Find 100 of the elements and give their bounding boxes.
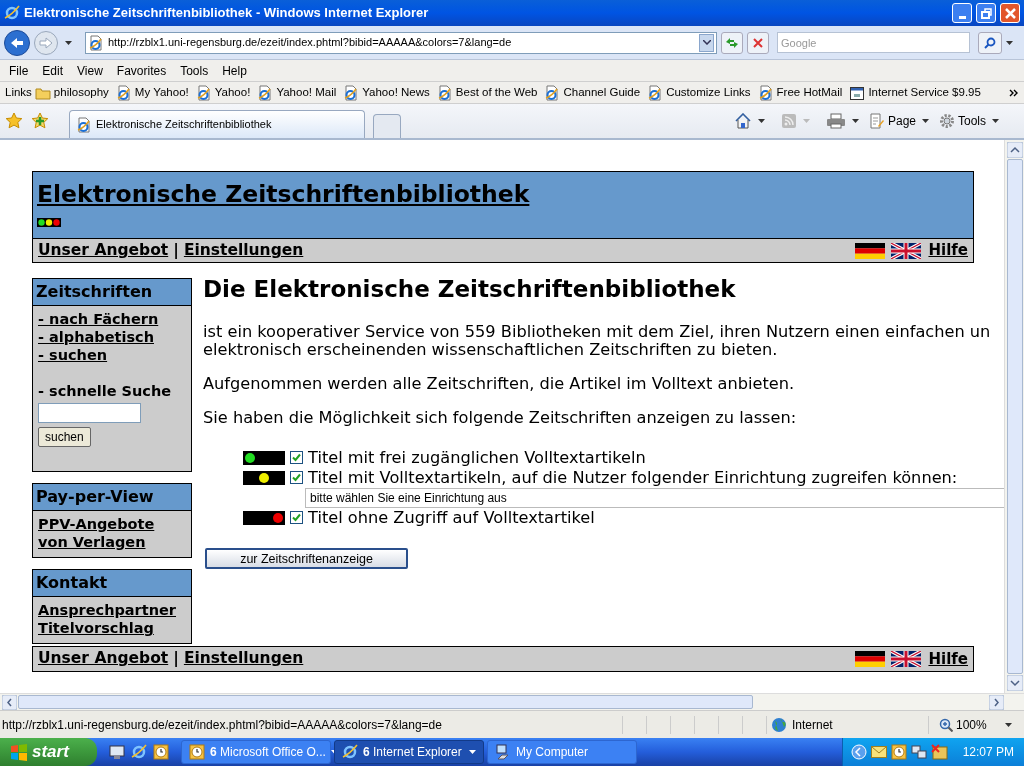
page-icon[interactable] bbox=[115, 84, 132, 101]
back-button[interactable] bbox=[4, 29, 30, 56]
browser-icon[interactable] bbox=[131, 744, 147, 760]
page-icon[interactable] bbox=[88, 34, 104, 51]
link-item[interactable]: Yahoo! bbox=[214, 83, 251, 102]
caret-icon[interactable] bbox=[922, 119, 929, 123]
link-item[interactable]: Best of the Web bbox=[455, 83, 538, 102]
nav-link[interactable]: Unser Angebot bbox=[38, 239, 169, 263]
checkbox[interactable] bbox=[290, 471, 303, 485]
caret-icon[interactable] bbox=[851, 119, 859, 123]
menu-item[interactable]: File bbox=[9, 61, 29, 80]
page-icon[interactable] bbox=[76, 116, 92, 133]
caret-icon[interactable] bbox=[65, 40, 72, 45]
vertical-scrollbar[interactable] bbox=[1004, 140, 1024, 693]
printer-icon[interactable] bbox=[825, 113, 846, 129]
scroll-right-icon[interactable] bbox=[989, 694, 1004, 710]
page-icon[interactable] bbox=[195, 84, 212, 101]
help-link[interactable]: Hilfe bbox=[928, 239, 968, 262]
command-button[interactable]: Page bbox=[868, 112, 929, 130]
pencil-error-icon[interactable] bbox=[930, 744, 949, 760]
sidebar-link[interactable]: Titelvorschlag bbox=[38, 619, 186, 638]
minimize-button[interactable] bbox=[952, 3, 972, 23]
link-item[interactable]: philosophy bbox=[53, 83, 109, 102]
nav-link[interactable]: Unser Angebot bbox=[38, 647, 169, 671]
caret-icon[interactable] bbox=[1006, 40, 1013, 45]
panel-title: Kontakt bbox=[33, 570, 191, 598]
link-item[interactable]: Yahoo! Mail bbox=[276, 83, 337, 102]
caret-icon[interactable] bbox=[992, 119, 999, 123]
browser-tab[interactable]: Elektronische Zeitschriftenbibliothek bbox=[69, 110, 365, 138]
close-button[interactable] bbox=[1000, 3, 1020, 23]
menu-item[interactable]: View bbox=[77, 61, 103, 80]
scroll-down-icon[interactable] bbox=[1006, 675, 1023, 691]
address-field[interactable]: http://rzblx1.uni-regensburg.de/ezeit/index.phtml?bibid=AAAAA&colors=7&lang=de bbox=[85, 31, 717, 54]
close-icon bbox=[1004, 7, 1016, 19]
caret-icon[interactable] bbox=[1004, 722, 1012, 727]
refresh-button[interactable] bbox=[721, 31, 743, 54]
institution-select[interactable]: bitte wählen Sie eine Einrichtung aus bbox=[305, 487, 1004, 508]
link-item[interactable]: Channel Guide bbox=[563, 83, 641, 102]
page-icon[interactable] bbox=[647, 84, 664, 101]
taskbar-button[interactable]: 6 Microsoft Office O... bbox=[181, 740, 331, 764]
command-button[interactable]: Tools bbox=[939, 112, 999, 130]
scroll-up-icon[interactable] bbox=[1006, 142, 1023, 158]
submit-button[interactable]: zur Zeitschriftenanzeige bbox=[205, 547, 408, 569]
sidebar-link[interactable]: PPV-Angebote von Verlagen bbox=[38, 515, 186, 552]
menu-item[interactable]: Help bbox=[222, 61, 247, 80]
search-button[interactable]: suchen bbox=[38, 427, 91, 448]
checkbox[interactable] bbox=[290, 451, 303, 465]
nav-link[interactable]: Einstellungen bbox=[183, 647, 304, 671]
link-item[interactable]: My Yahoo! bbox=[134, 83, 189, 102]
link-item[interactable]: Free HotMail bbox=[776, 83, 843, 102]
taskbar-button[interactable]: My Computer bbox=[487, 740, 637, 764]
menu-item[interactable]: Favorites bbox=[116, 61, 167, 80]
scroll-left-icon[interactable] bbox=[2, 694, 17, 710]
checkbox[interactable] bbox=[290, 511, 303, 525]
horizontal-scrollbar[interactable] bbox=[0, 693, 1024, 710]
sidebar-link[interactable]: - nach Fächern bbox=[38, 310, 186, 329]
envelope-icon[interactable] bbox=[870, 746, 887, 758]
home-icon[interactable] bbox=[733, 113, 752, 129]
page-icon[interactable] bbox=[436, 84, 453, 101]
link-item[interactable]: Yahoo! News bbox=[362, 83, 430, 102]
start-button[interactable]: start bbox=[0, 738, 97, 766]
star-plus-icon[interactable] bbox=[31, 112, 49, 130]
window-icon[interactable] bbox=[849, 84, 866, 101]
page-icon[interactable] bbox=[544, 84, 561, 101]
network-icon[interactable] bbox=[910, 744, 927, 760]
menu-item[interactable]: Edit bbox=[42, 61, 64, 80]
caret-icon[interactable] bbox=[757, 119, 765, 123]
clock-icon[interactable] bbox=[153, 744, 169, 760]
scroll-thumb[interactable] bbox=[18, 695, 753, 709]
chevron-right-icon[interactable] bbox=[1009, 87, 1019, 98]
menu-item[interactable]: Tools bbox=[180, 61, 209, 80]
gear-icon bbox=[939, 113, 955, 129]
paragraph: ist ein kooperativer Service von 559 Bibliotheken mit dem Ziel, ihren Nutzern einen einfachen un elektronisch erscheinenden wissenschaftlichen Zeitschriften zu bieten. bbox=[203, 322, 992, 359]
search-field[interactable] bbox=[38, 403, 141, 424]
scroll-thumb[interactable] bbox=[1006, 159, 1023, 674]
nav-link[interactable]: Einstellungen bbox=[183, 239, 304, 263]
link-item[interactable]: Internet Service $9.95 bbox=[868, 83, 981, 102]
german-flag-icon[interactable] bbox=[855, 650, 886, 667]
page-icon[interactable] bbox=[343, 84, 360, 101]
sidebar-link[interactable]: - alphabetisch bbox=[38, 328, 186, 347]
search-field[interactable]: Google bbox=[777, 32, 970, 53]
sidebar-link[interactable]: Ansprechpartner bbox=[38, 601, 186, 620]
british-flag-icon[interactable] bbox=[891, 650, 922, 667]
dropdown-button[interactable] bbox=[699, 33, 714, 52]
restore-button[interactable] bbox=[976, 3, 996, 23]
desktop-icon[interactable] bbox=[109, 744, 125, 760]
stop-button[interactable] bbox=[747, 31, 769, 54]
british-flag-icon[interactable] bbox=[891, 242, 922, 259]
search-button[interactable] bbox=[978, 31, 1002, 54]
star-icon[interactable] bbox=[5, 112, 23, 130]
page-icon[interactable] bbox=[257, 84, 274, 101]
taskbar-button[interactable]: 6 Internet Explorer bbox=[334, 740, 484, 764]
zoom-button[interactable]: 100% bbox=[928, 715, 987, 734]
link-item[interactable]: Customize Links bbox=[666, 83, 751, 102]
help-link[interactable]: Hilfe bbox=[928, 647, 968, 671]
sidebar-link[interactable]: - suchen bbox=[38, 346, 186, 365]
page-icon[interactable] bbox=[757, 84, 774, 101]
german-flag-icon[interactable] bbox=[855, 242, 886, 259]
traffic-light-icon bbox=[37, 218, 61, 228]
chevron-left-icon[interactable] bbox=[850, 744, 867, 760]
